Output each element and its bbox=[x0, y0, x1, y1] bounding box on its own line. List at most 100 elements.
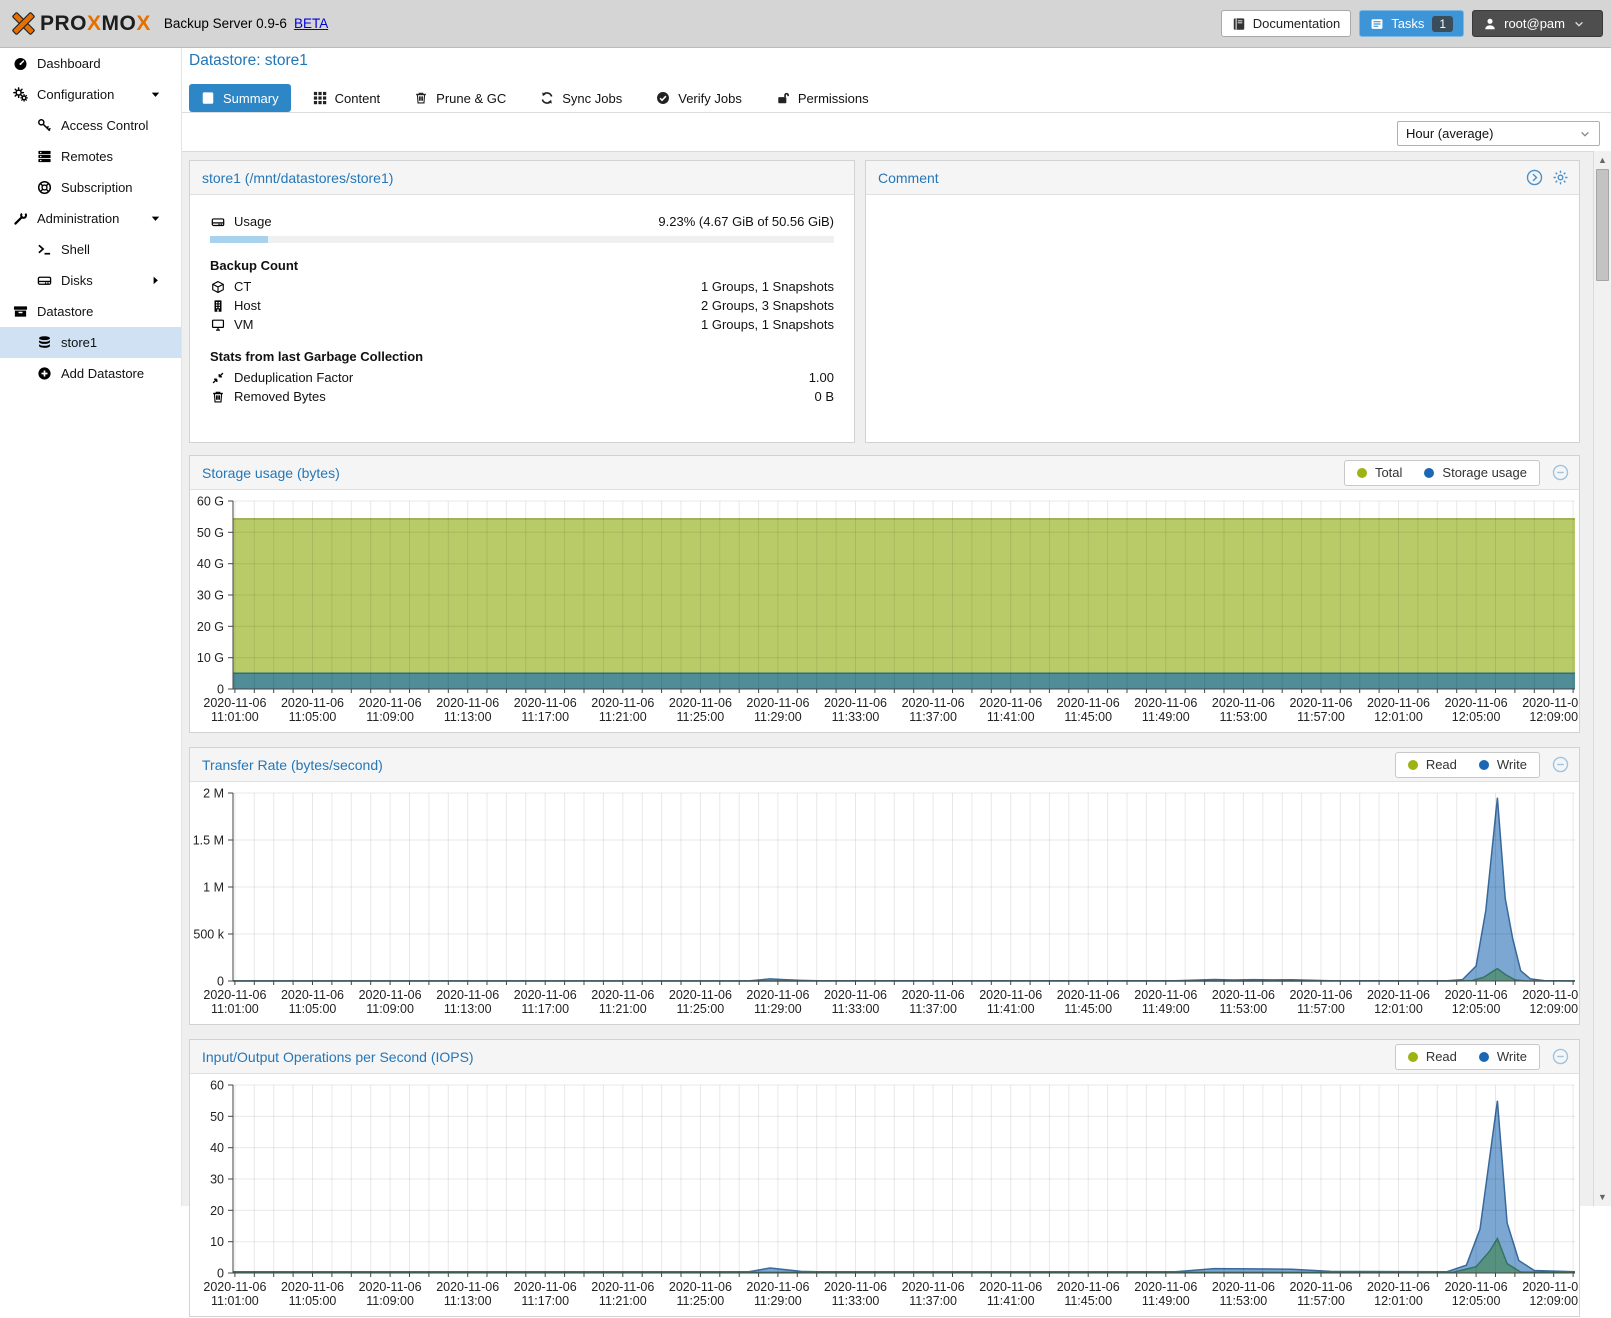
usage-progress-fill bbox=[210, 236, 268, 243]
tasks-button[interactable]: Tasks 1 bbox=[1359, 10, 1464, 37]
legend-item-write: Write bbox=[1479, 757, 1527, 772]
collapse-circle-minus-icon[interactable] bbox=[1552, 464, 1569, 481]
user-menu-button[interactable]: root@pam bbox=[1472, 10, 1603, 37]
caret-right-icon[interactable] bbox=[147, 273, 164, 288]
sidebar-item-label: Administration bbox=[37, 211, 119, 226]
svg-text:60: 60 bbox=[210, 1079, 224, 1093]
hdd-icon bbox=[210, 215, 226, 229]
trash-icon bbox=[210, 390, 226, 404]
svg-text:50 G: 50 G bbox=[197, 526, 224, 540]
collapse-circle-minus-icon[interactable] bbox=[1552, 756, 1569, 773]
svg-text:11:17:00: 11:17:00 bbox=[521, 710, 569, 724]
user-label: root@pam bbox=[1504, 16, 1565, 31]
sidebar-item-access-control[interactable]: Access Control bbox=[0, 110, 181, 141]
caret-down-icon[interactable] bbox=[147, 211, 164, 226]
svg-text:2020-11-06: 2020-11-06 bbox=[902, 1280, 965, 1294]
sidebar-item-add-datastore[interactable]: Add Datastore bbox=[0, 358, 181, 389]
caret-down-icon[interactable] bbox=[147, 87, 164, 102]
vm-icon bbox=[210, 318, 226, 332]
svg-text:12:01:00: 12:01:00 bbox=[1374, 1294, 1423, 1308]
legend-label: Read bbox=[1426, 1049, 1457, 1064]
tab-sync-jobs[interactable]: Sync Jobs bbox=[528, 84, 634, 112]
tab-label: Sync Jobs bbox=[562, 91, 622, 106]
add-icon bbox=[36, 366, 53, 381]
chart-legend: ReadWrite bbox=[1395, 752, 1540, 778]
svg-text:11:53:00: 11:53:00 bbox=[1220, 1002, 1268, 1016]
sidebar-item-configuration[interactable]: Configuration bbox=[0, 79, 181, 110]
panel-title: Storage usage (bytes) bbox=[202, 465, 340, 481]
svg-text:12:05:00: 12:05:00 bbox=[1452, 710, 1501, 724]
proxmox-logo: PROXMOX bbox=[10, 10, 151, 37]
iops-chart: 01020304050602020-11-0611:01:002020-11-0… bbox=[190, 1074, 1579, 1318]
gear-icon[interactable] bbox=[1552, 169, 1569, 186]
time-range-select[interactable]: Hour (average) bbox=[1397, 121, 1600, 146]
svg-text:11:45:00: 11:45:00 bbox=[1064, 710, 1112, 724]
row-value: 0 B bbox=[814, 387, 834, 406]
svg-text:2020-11-06: 2020-11-06 bbox=[591, 696, 654, 710]
svg-text:2020-11-06: 2020-11-06 bbox=[979, 696, 1042, 710]
beta-link[interactable]: BETA bbox=[294, 16, 328, 31]
tab-summary[interactable]: Summary bbox=[189, 84, 291, 112]
panel-header: Input/Output Operations per Second (IOPS… bbox=[190, 1040, 1579, 1074]
panel-header: store1 (/mnt/datastores/store1) bbox=[190, 161, 854, 195]
svg-text:12:05:00: 12:05:00 bbox=[1452, 1294, 1501, 1308]
svg-text:2020-11-06: 2020-11-06 bbox=[1212, 1280, 1275, 1294]
svg-text:2020-11-06: 2020-11-06 bbox=[824, 988, 887, 1002]
svg-text:11:09:00: 11:09:00 bbox=[366, 710, 414, 724]
tab-label: Prune & GC bbox=[436, 91, 506, 106]
sidebar-item-subscription[interactable]: Subscription bbox=[0, 172, 181, 203]
scroll-up-arrow-icon[interactable]: ▲ bbox=[1594, 152, 1611, 168]
sidebar-item-store1[interactable]: store1 bbox=[0, 327, 181, 358]
svg-text:2020-11-06: 2020-11-06 bbox=[1289, 988, 1352, 1002]
scrollbar-thumb[interactable] bbox=[1596, 169, 1609, 281]
sidebar-item-label: Shell bbox=[61, 242, 90, 257]
sidebar-item-shell[interactable]: Shell bbox=[0, 234, 181, 265]
svg-text:11:37:00: 11:37:00 bbox=[909, 1002, 957, 1016]
tab-content[interactable]: Content bbox=[301, 84, 393, 112]
collapse-circle-minus-icon[interactable] bbox=[1552, 1048, 1569, 1065]
terminal-icon bbox=[36, 242, 53, 257]
usage-row: Usage 9.23% (4.67 GiB of 50.56 GiB) bbox=[210, 212, 834, 231]
backup-count-row: CT1 Groups, 1 Snapshots bbox=[210, 277, 834, 296]
vertical-scrollbar[interactable]: ▲ ▼ bbox=[1593, 151, 1611, 1206]
svg-text:2020-11-06: 2020-11-06 bbox=[1367, 696, 1430, 710]
backup-count-row: VM1 Groups, 1 Snapshots bbox=[210, 315, 834, 334]
book-icon bbox=[201, 91, 215, 105]
svg-text:2020-11-06: 2020-11-06 bbox=[1289, 696, 1352, 710]
sidebar-item-disks[interactable]: Disks bbox=[0, 265, 181, 296]
sidebar-item-label: Disks bbox=[61, 273, 93, 288]
svg-text:40 G: 40 G bbox=[197, 557, 224, 571]
tab-prune-gc[interactable]: Prune & GC bbox=[402, 84, 518, 112]
svg-text:2020-11-06: 2020-11-06 bbox=[514, 988, 577, 1002]
svg-text:11:37:00: 11:37:00 bbox=[909, 710, 957, 724]
svg-text:11:41:00: 11:41:00 bbox=[987, 1294, 1035, 1308]
svg-text:2020-11-06: 2020-11-06 bbox=[359, 988, 422, 1002]
svg-text:11:09:00: 11:09:00 bbox=[366, 1294, 414, 1308]
svg-text:11:45:00: 11:45:00 bbox=[1064, 1294, 1112, 1308]
svg-text:2020-11-06: 2020-11-06 bbox=[1134, 1280, 1197, 1294]
svg-text:2020-11-06: 2020-11-06 bbox=[1134, 988, 1197, 1002]
documentation-button[interactable]: Documentation bbox=[1221, 10, 1351, 37]
svg-text:12:01:00: 12:01:00 bbox=[1374, 710, 1423, 724]
legend-dot-icon bbox=[1408, 760, 1418, 770]
svg-text:2020-11-06: 2020-11-06 bbox=[1057, 1280, 1120, 1294]
time-range-value: Hour (average) bbox=[1406, 126, 1493, 141]
expand-circle-chevron-icon[interactable] bbox=[1526, 169, 1543, 186]
svg-text:12:09:00: 12:09:00 bbox=[1529, 710, 1578, 724]
disks-icon bbox=[36, 273, 53, 288]
sidebar-item-dashboard[interactable]: Dashboard bbox=[0, 48, 181, 79]
sidebar-item-remotes[interactable]: Remotes bbox=[0, 141, 181, 172]
scroll-down-arrow-icon[interactable]: ▼ bbox=[1594, 1189, 1611, 1205]
svg-text:2020-11-06: 2020-11-06 bbox=[1289, 1280, 1352, 1294]
tab-permissions[interactable]: Permissions bbox=[764, 84, 881, 112]
row-label: Removed Bytes bbox=[234, 387, 326, 406]
svg-text:12:09:00: 12:09:00 bbox=[1529, 1294, 1578, 1308]
tab-verify-jobs[interactable]: Verify Jobs bbox=[644, 84, 754, 112]
compress-icon bbox=[210, 371, 226, 385]
gears-icon bbox=[12, 87, 29, 102]
svg-text:50: 50 bbox=[210, 1110, 224, 1124]
sidebar-item-administration[interactable]: Administration bbox=[0, 203, 181, 234]
sidebar-item-datastore[interactable]: Datastore bbox=[0, 296, 181, 327]
brand-wordmark: PROXMOX bbox=[40, 12, 151, 36]
svg-text:20 G: 20 G bbox=[197, 620, 224, 634]
